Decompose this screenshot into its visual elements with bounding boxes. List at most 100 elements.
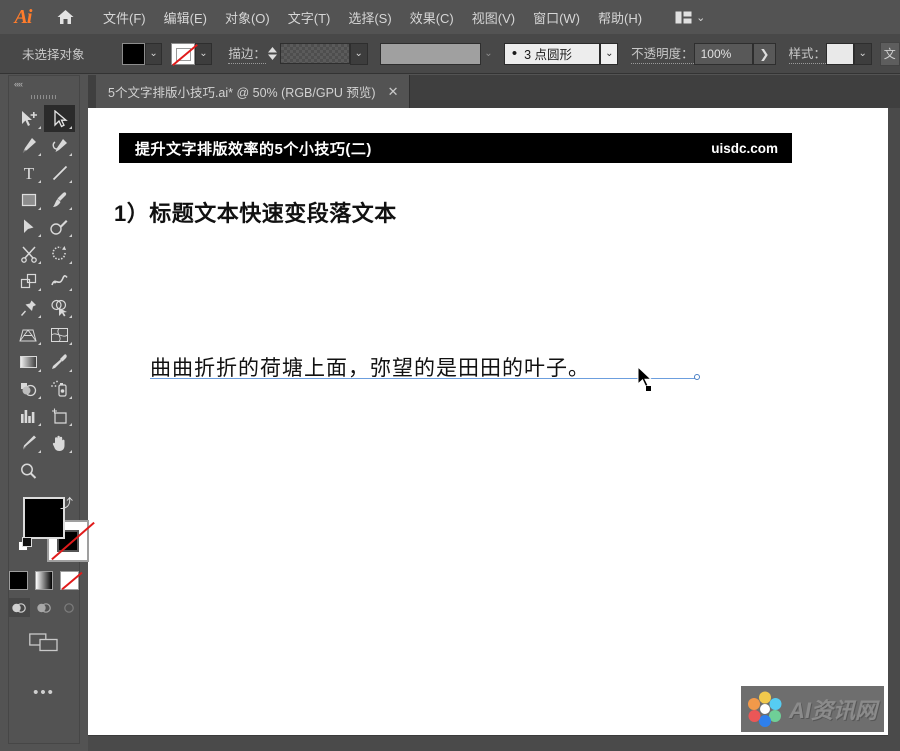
tool-paintbrush[interactable] [44, 186, 75, 213]
menu-help[interactable]: 帮助(H) [589, 4, 651, 31]
variable-width-profile-field[interactable] [379, 42, 482, 65]
tool-eyedropper[interactable] [44, 348, 75, 375]
home-icon[interactable] [46, 0, 84, 34]
arrow-pointer-cursor [637, 365, 657, 397]
draw-behind-icon [37, 602, 51, 613]
tool-direct-selection[interactable] [44, 105, 75, 132]
magnifier-icon [21, 463, 37, 479]
tool-rectangle[interactable] [13, 186, 44, 213]
type-T-icon: T [23, 164, 34, 182]
stroke-weight-label: 描边： [228, 43, 266, 64]
tool-slice[interactable] [13, 429, 44, 456]
swap-fill-stroke-icon[interactable]: ⤴ [60, 493, 73, 512]
stroke-weight-stepper[interactable] [266, 43, 280, 65]
scale-icon [20, 273, 36, 288]
symbol-sprayer-icon [51, 380, 67, 397]
vertical-scrollbar[interactable] [888, 108, 900, 735]
style-dropdown[interactable]: ⌄ [853, 42, 872, 65]
tool-gradient[interactable] [13, 348, 44, 375]
tool-width[interactable] [44, 267, 75, 294]
chevron-down-icon: ⌄ [605, 48, 614, 59]
chevron-down-icon: ⌄ [199, 48, 208, 59]
horizontal-scrollbar[interactable] [88, 735, 900, 751]
draw-normal-button[interactable] [9, 598, 30, 617]
tool-blend[interactable] [13, 375, 44, 402]
menu-object[interactable]: 对象(O) [216, 4, 279, 31]
mode-gradient-button[interactable] [34, 571, 54, 590]
selection-status-label: 未选择对象 [22, 48, 85, 62]
chevron-down-icon: ⌄ [696, 11, 706, 24]
control-bar-overflow-button[interactable]: 文 [879, 41, 900, 66]
draw-behind-button[interactable] [34, 598, 55, 617]
draw-mode-row [9, 598, 79, 617]
tool-curvature[interactable] [44, 132, 75, 159]
style-swatch[interactable] [826, 42, 854, 65]
tool-line-segment[interactable] [44, 159, 75, 186]
arrange-documents-button[interactable]: ⌄ [669, 8, 711, 27]
opacity-options-button[interactable]: ❯ [753, 42, 776, 65]
menu-select[interactable]: 选择(S) [339, 4, 400, 31]
tool-selection-plus[interactable] [13, 105, 44, 132]
tool-blob-brush[interactable] [44, 213, 75, 240]
document-tab-title: 5个文字排版小技巧.ai* @ 50% (RGB/GPU 预览) [108, 86, 376, 100]
tool-free-transform[interactable] [13, 294, 44, 321]
stroke-weight-input[interactable] [279, 43, 350, 64]
tool-zoom[interactable] [13, 456, 44, 483]
shape-builder-icon [51, 299, 67, 316]
toolbar-overflow-button[interactable]: ••• [9, 684, 79, 701]
mode-color-button[interactable] [9, 571, 28, 590]
tool-shaper[interactable] [13, 213, 44, 240]
collapse-panel-button[interactable]: «« [9, 76, 79, 91]
tool-rotate[interactable] [44, 240, 75, 267]
stroke-inner-box [176, 47, 192, 61]
default-fill-stroke-icon[interactable] [18, 537, 33, 557]
tool-type[interactable]: T [13, 159, 44, 186]
draw-inside-button[interactable] [58, 598, 79, 617]
canvas-area[interactable]: 提升文字排版效率的5个小技巧(二) uisdc.com 1）标题文本快速变段落文… [88, 108, 900, 735]
text-path-endpoint-anchor[interactable] [694, 374, 700, 380]
menu-view[interactable]: 视图(V) [463, 4, 524, 31]
document-banner: 提升文字排版效率的5个小技巧(二) uisdc.com [119, 133, 792, 163]
tool-column-graph[interactable] [13, 402, 44, 429]
close-icon[interactable]: ✕ [388, 85, 399, 98]
tool-symbol-sprayer[interactable] [44, 375, 75, 402]
paintbrush-icon [52, 191, 66, 207]
tool-scissors[interactable] [13, 240, 44, 267]
fill-color-box[interactable] [23, 497, 65, 539]
tool-mesh[interactable] [44, 321, 75, 348]
menu-type[interactable]: 文字(T) [279, 4, 340, 31]
slice-knife-icon [23, 435, 36, 449]
tool-perspective-grid[interactable] [13, 321, 44, 348]
tool-pen[interactable] [13, 132, 44, 159]
mode-none-button[interactable] [60, 571, 80, 590]
toolbar-bottom-filler [0, 744, 88, 751]
tool-shape-builder[interactable] [44, 294, 75, 321]
menu-effect[interactable]: 效果(C) [401, 4, 463, 31]
opacity-input[interactable]: 100% [693, 42, 754, 65]
flower-logo-icon [748, 691, 782, 727]
menu-window[interactable]: 窗口(W) [524, 4, 589, 31]
chevron-down-icon: ⌄ [354, 48, 363, 59]
screen-mode-icon[interactable] [29, 631, 59, 658]
tool-artboard[interactable] [44, 402, 75, 429]
tool-scale[interactable] [13, 267, 44, 294]
color-controls: ⤴ [9, 493, 95, 565]
artboard: 提升文字排版效率的5个小技巧(二) uisdc.com 1）标题文本快速变段落文… [88, 108, 900, 735]
svg-text:T: T [23, 164, 34, 182]
draw-normal-icon [12, 602, 27, 613]
menu-edit[interactable]: 编辑(E) [155, 4, 216, 31]
variable-width-profile-dropdown[interactable]: ⌄ [481, 43, 496, 65]
fill-swatch-dropdown[interactable]: ⌄ [144, 42, 163, 65]
pushpin-icon [20, 300, 36, 316]
stroke-color-swatch[interactable] [171, 42, 195, 65]
fill-color-swatch[interactable] [121, 42, 145, 65]
stroke-weight-dropdown[interactable]: ⌄ [349, 42, 368, 65]
document-tab[interactable]: 5个文字排版小技巧.ai* @ 50% (RGB/GPU 预览) ✕ [96, 75, 410, 108]
banner-site: uisdc.com [711, 140, 778, 156]
menu-file[interactable]: 文件(F) [94, 4, 155, 31]
brush-definition-dropdown[interactable]: ⌄ [600, 42, 619, 65]
document-headline[interactable]: 1）标题文本快速变段落文本 [114, 196, 397, 228]
tool-hand[interactable] [44, 429, 75, 456]
panel-drag-handle[interactable] [9, 91, 79, 103]
brush-definition-field[interactable]: • 3 点圆形 [503, 42, 601, 65]
